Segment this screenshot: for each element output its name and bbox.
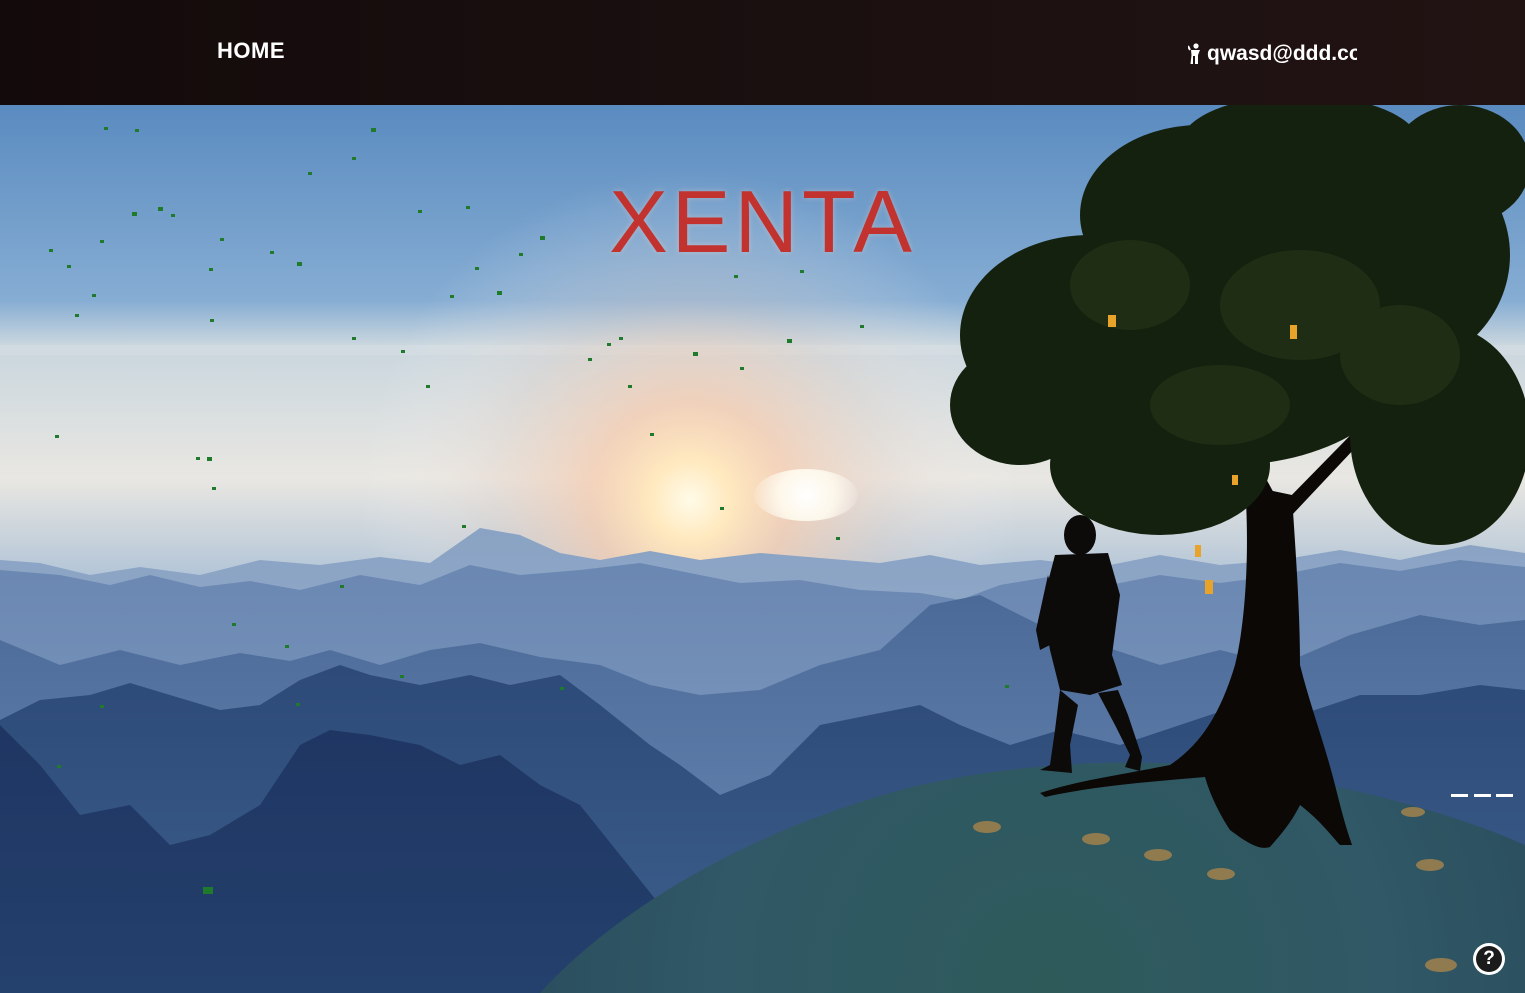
user-email: qwasd@ddd.com [1207,42,1357,65]
top-navigation-bar: HOME qwasd@ddd.com [0,0,1525,105]
user-account-menu[interactable]: qwasd@ddd.com [1188,40,1357,68]
menu-dash [1496,793,1513,797]
hero-title: XENTA [609,171,916,271]
dash-menu-icon[interactable] [1451,791,1513,799]
menu-dash [1451,793,1468,797]
menu-dash [1473,793,1491,797]
person-icon [1188,43,1200,64]
help-circle-icon: ? [1476,946,1502,972]
help-button[interactable]: ? [1473,943,1505,975]
nav-home-link[interactable]: HOME [217,38,285,64]
